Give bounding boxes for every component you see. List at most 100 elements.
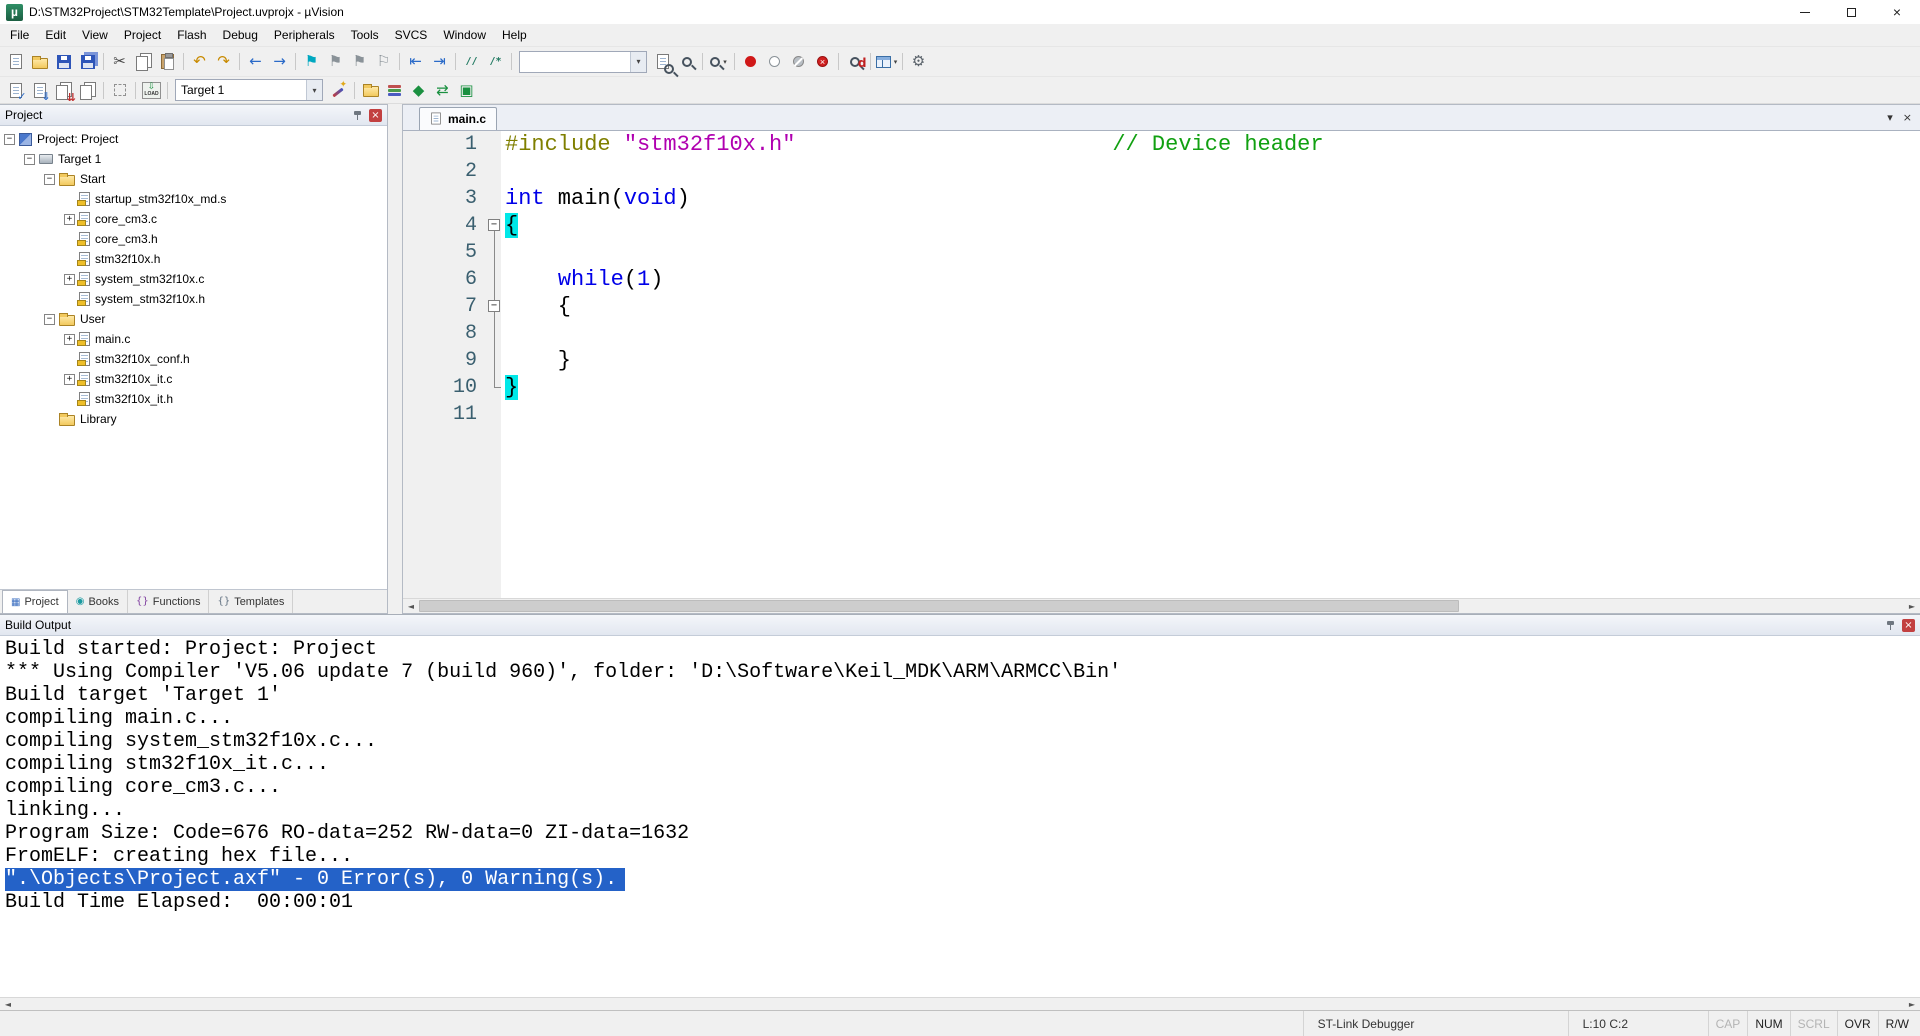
indent-button[interactable]: ⇥ (428, 51, 451, 73)
code-line-6[interactable]: 6 while(1) (403, 266, 1920, 293)
scroll-left-icon[interactable]: ◄ (0, 1000, 16, 1009)
menu-tools[interactable]: Tools (343, 25, 387, 45)
kill-all-breakpoints-button[interactable] (811, 51, 834, 73)
output-h-scrollbar[interactable]: ◄ ► (0, 997, 1920, 1010)
fold-collapse-icon[interactable]: − (487, 212, 503, 239)
build-output-line[interactable]: linking... (5, 799, 1920, 822)
code-line-7[interactable]: 7− { (403, 293, 1920, 320)
device-database-button[interactable]: ▣ (455, 79, 478, 101)
build-output-line[interactable]: FromELF: creating hex file... (5, 845, 1920, 868)
tree-item-stm32f10x-it-c[interactable]: +stm32f10x_it.c (0, 369, 387, 389)
copy-button[interactable] (132, 51, 155, 73)
line-number[interactable]: 8 (403, 320, 487, 347)
disable-breakpoint-button[interactable] (763, 51, 786, 73)
tree-item-main-c[interactable]: +main.c (0, 329, 387, 349)
batch-build-button[interactable] (76, 79, 99, 101)
save-all-button[interactable] (76, 51, 99, 73)
tab-list-dropdown-icon[interactable]: ▾ (1887, 111, 1893, 124)
scroll-right-icon[interactable]: ► (1904, 602, 1920, 611)
tree-item-target-1[interactable]: −Target 1 (0, 149, 387, 169)
line-number[interactable]: 6 (403, 266, 487, 293)
line-number[interactable]: 9 (403, 347, 487, 374)
build-output-line[interactable]: Build started: Project: Project (5, 638, 1920, 661)
build-output-line[interactable]: compiling core_cm3.c... (5, 776, 1920, 799)
tree-item-core-cm3-h[interactable]: core_cm3.h (0, 229, 387, 249)
line-number[interactable]: 10 (403, 374, 487, 401)
menu-debug[interactable]: Debug (215, 25, 266, 45)
undo-button[interactable]: ↶ (188, 51, 211, 73)
scrollbar-thumb[interactable] (419, 600, 1459, 612)
panel-splitter[interactable] (388, 104, 402, 614)
pin-icon[interactable] (352, 109, 364, 122)
tree-expander-icon[interactable]: + (64, 374, 75, 385)
tree-item-system-stm32f10x-h[interactable]: system_stm32f10x.h (0, 289, 387, 309)
code-line-5[interactable]: 5 (403, 239, 1920, 266)
menu-peripherals[interactable]: Peripherals (266, 25, 343, 45)
tree-item-stm32f10x-h[interactable]: stm32f10x.h (0, 249, 387, 269)
tree-expander-icon[interactable]: + (64, 334, 75, 345)
line-number[interactable]: 7 (403, 293, 487, 320)
navigate-forward-button[interactable]: → (268, 51, 291, 73)
fold-collapse-icon[interactable]: − (487, 293, 503, 320)
menu-view[interactable]: View (74, 25, 116, 45)
bookmark-next-button[interactable]: ⚑ (348, 51, 371, 73)
close-tab-icon[interactable]: × (1903, 111, 1912, 124)
code-line-2[interactable]: 2 (403, 158, 1920, 185)
tree-item-stm32f10x-it-h[interactable]: stm32f10x_it.h (0, 389, 387, 409)
build-button[interactable]: ⇓ (28, 79, 51, 101)
code-line-11[interactable]: 11 (403, 401, 1920, 428)
build-output-line[interactable]: compiling system_stm32f10x.c... (5, 730, 1920, 753)
find-button[interactable] (675, 51, 698, 73)
line-number[interactable]: 2 (403, 158, 487, 185)
comment-selection-button[interactable]: // (460, 51, 483, 73)
panel-tab-functions[interactable]: {}Functions (128, 590, 209, 613)
unindent-button[interactable]: ⇤ (404, 51, 427, 73)
tree-item-project-project[interactable]: −Project: Project (0, 129, 387, 149)
tree-expander-icon[interactable]: − (44, 174, 55, 185)
rebuild-all-button[interactable]: ⇊ (52, 79, 75, 101)
tree-expander-icon[interactable]: − (4, 134, 15, 145)
build-output-close-icon[interactable]: × (1902, 619, 1915, 632)
code-line-10[interactable]: 10} (403, 374, 1920, 401)
bookmark-previous-button[interactable]: ⚑ (324, 51, 347, 73)
build-output-line[interactable]: ".\Objects\Project.axf" - 0 Error(s), 0 … (5, 868, 1920, 891)
panel-tab-books[interactable]: ◉Books (68, 590, 128, 613)
menu-file[interactable]: File (2, 25, 37, 45)
bookmark-clear-all-button[interactable]: ⚐ (372, 51, 395, 73)
code-line-9[interactable]: 9 } (403, 347, 1920, 374)
line-number[interactable]: 4 (403, 212, 487, 239)
configure-wrench-button[interactable]: ⚙ (907, 51, 930, 73)
panel-tab-templates[interactable]: {}Templates (209, 590, 293, 613)
build-output-line[interactable]: compiling stm32f10x_it.c... (5, 753, 1920, 776)
insert-breakpoint-button[interactable] (739, 51, 762, 73)
tree-expander-icon[interactable]: + (64, 214, 75, 225)
line-number[interactable]: 1 (403, 131, 487, 158)
project-panel-close-icon[interactable]: × (369, 109, 382, 122)
manage-rte-button[interactable]: ◆ (407, 79, 430, 101)
code-line-8[interactable]: 8 (403, 320, 1920, 347)
build-output-line[interactable]: compiling main.c... (5, 707, 1920, 730)
target-select-dropdown-icon[interactable]: ▾ (306, 80, 322, 100)
pack-installer-button[interactable]: ⇄ (431, 79, 454, 101)
build-output-line[interactable]: Build target 'Target 1' (5, 684, 1920, 707)
menu-window[interactable]: Window (435, 25, 494, 45)
tab-main-c[interactable]: main.c (419, 107, 497, 130)
tree-item-user[interactable]: −User (0, 309, 387, 329)
panel-tab-project[interactable]: ▦Project (2, 590, 68, 613)
zoom-button[interactable]: ▾ (707, 51, 730, 73)
new-file-button[interactable] (4, 51, 27, 73)
tree-expander-icon[interactable]: − (24, 154, 35, 165)
scroll-right-icon[interactable]: ► (1904, 1000, 1920, 1009)
menu-help[interactable]: Help (494, 25, 535, 45)
target-select[interactable]: Target 1▾ (175, 79, 323, 101)
navigate-back-button[interactable]: ← (244, 51, 267, 73)
find-combobox[interactable]: ▾ (519, 51, 647, 73)
maximize-button[interactable] (1828, 0, 1874, 24)
find-combobox-dropdown-icon[interactable]: ▾ (630, 52, 646, 72)
tree-item-startup-stm32f10x-md-s[interactable]: startup_stm32f10x_md.s (0, 189, 387, 209)
menu-flash[interactable]: Flash (169, 25, 214, 45)
tree-expander-icon[interactable]: − (44, 314, 55, 325)
paste-button[interactable] (156, 51, 179, 73)
disable-all-breakpoints-button[interactable] (787, 51, 810, 73)
code-line-4[interactable]: 4−{ (403, 212, 1920, 239)
